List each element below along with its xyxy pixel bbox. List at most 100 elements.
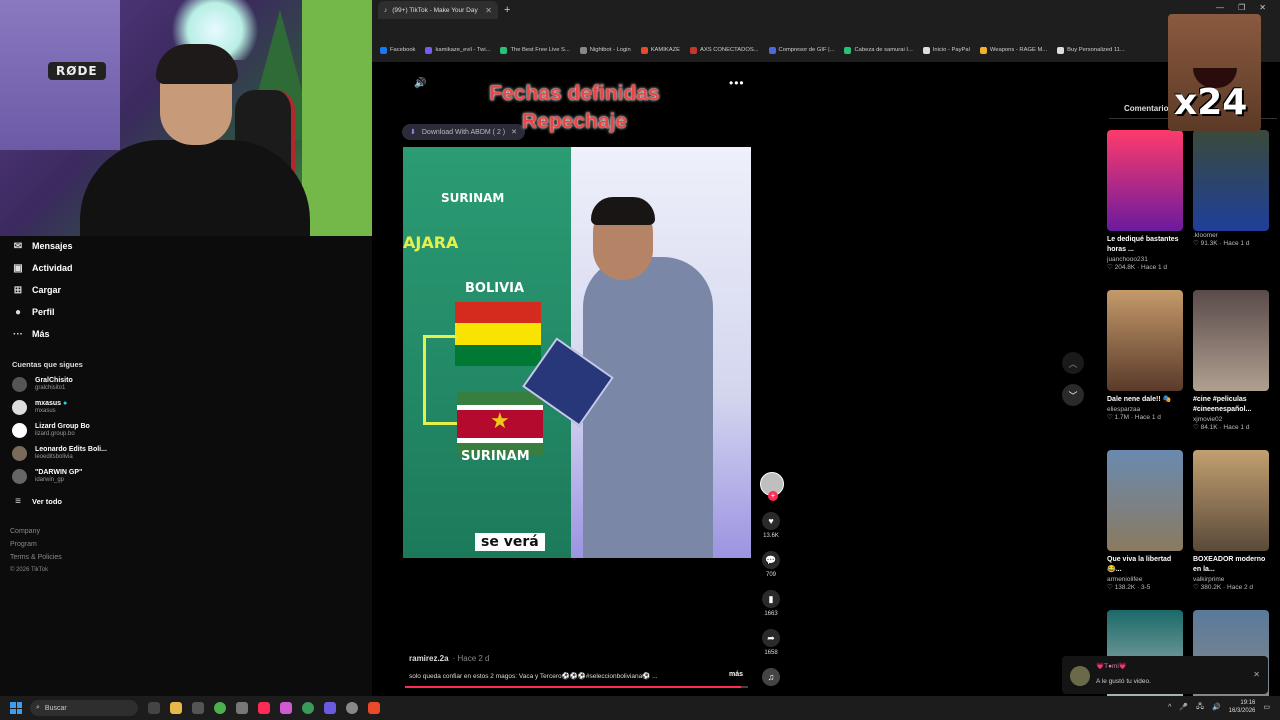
video-card[interactable]: Que viva la libertad 😂... armeniolifee ♡ 1… [1107,450,1183,591]
avatar [12,468,27,484]
activity-icon: ▣ [13,262,23,274]
brave-icon[interactable] [368,702,380,714]
bookmark-label: Weapons - RAGE M... [989,47,1048,53]
nav-cargar[interactable]: ⊞ Cargar [12,284,61,296]
footer-terms[interactable]: Terms & Policies [10,554,62,561]
like-count: 13.6K [763,533,779,539]
close-tab-icon[interactable]: ✕ [485,6,492,15]
save-count: 1663 [764,611,778,617]
video-thumbnail [1107,290,1183,391]
see-all-link[interactable]: ≡ Ver todo [12,495,62,507]
network-icon[interactable]: 🖧 [1196,702,1204,713]
following-item[interactable]: Leonardo Edits Boli... leoeditsbolivia [12,445,107,461]
following-item[interactable]: Lizard Group Bo lizard.group.bo [12,422,90,438]
bookmark-item[interactable]: AXS CONECTADOS... [690,46,759,54]
comment-count: 709 [765,572,776,578]
bookmark-item[interactable]: Compresor de GIF |... [768,46,834,54]
share-button[interactable]: ➦ 1658 [760,629,782,656]
card-user[interactable]: juanchooo231 [1107,256,1183,263]
bookmark-item[interactable]: Buy Personalized 11... [1057,46,1125,54]
sound-button[interactable]: ♫ [760,668,782,686]
tab-comments[interactable]: Comentarios [1124,104,1173,113]
volume-icon[interactable]: 🔊 [1212,703,1221,711]
save-button[interactable]: ▮ 1663 [760,590,782,617]
discord-icon[interactable] [324,702,336,714]
more-link[interactable]: más [729,671,743,678]
taskbar-search[interactable]: ⌕ Buscar [30,700,138,716]
bookmark-item[interactable]: Inicio - PayPal [922,46,970,54]
see-all-label: Ver todo [32,496,63,506]
share-count: 1658 [764,650,778,656]
following-item[interactable]: "DARWIN GP" idarwin_gp [12,468,82,484]
video-card[interactable]: #cine #peliculas #cineenespañol... xjmovi… [1193,290,1269,431]
app-icon[interactable] [280,702,292,714]
heart-icon: ♡ [1193,584,1201,591]
chevron-up-icon[interactable]: ︿ [1062,352,1084,374]
tiktok-icon: ♪ [384,6,388,14]
video-card[interactable]: BOXEADOR moderno en la... valkirprime ♡ 38… [1193,450,1269,591]
card-user[interactable]: valkirprime [1193,576,1269,583]
task-view-icon[interactable] [148,702,160,714]
like-notification[interactable]: 💗T●mi💗 A le gustó tu video. ✕ [1062,656,1268,694]
store-icon[interactable] [192,702,204,714]
nav-actividad[interactable]: ▣ Actividad [12,262,72,274]
maximize-icon[interactable]: ❐ [1238,3,1245,12]
video-card[interactable]: .kloomer ♡ 91.3K · Hace 1 d [1193,130,1269,247]
microphone-icon[interactable]: 🎤 [1179,703,1188,711]
comment-button[interactable]: 💬 709 [760,551,782,578]
notification-text: A le gustó tu video. [1096,678,1151,685]
close-icon[interactable]: ✕ [1253,670,1260,679]
app-icon[interactable] [236,702,248,714]
card-meta: ♡ 138.2K · 3-5 [1107,583,1183,591]
file-explorer-icon[interactable] [170,702,182,714]
nav-perfil[interactable]: ● Perfil [12,306,55,318]
card-user[interactable]: xjmovie02 [1193,416,1269,423]
author-avatar-button[interactable] [760,472,784,501]
app-icon[interactable] [302,702,314,714]
video-author[interactable]: ramirez.2a · Hace 2 d [409,654,490,663]
title-line-2: Repechaje [521,110,628,133]
video-card[interactable]: Dale nene dale!! 🎭 eliesparzaa ♡ 1.7M · Ha… [1107,290,1183,421]
right-panel: Comentarios Po rte Le dediqué bastantes … [1107,92,1280,711]
bookmark-item[interactable]: KAMIKAZE [640,46,680,54]
bookmark-item[interactable]: Cabeza de samurai I... [844,46,913,54]
window-controls: — ❐ ✕ [1216,3,1266,12]
video-player[interactable]: SURINAM AJARA BOLIVIA ★ SURINAM se verá [403,147,751,558]
bookmark-label: AXS CONECTADOS... [700,47,759,53]
bookmark-item[interactable]: The Best Free Live S... [500,46,570,54]
volume-icon[interactable]: 🔊 [414,78,426,89]
tiktok-icon[interactable] [258,702,270,714]
obs-icon[interactable] [346,702,358,714]
video-progress-bar[interactable] [405,686,748,688]
minimize-icon[interactable]: — [1216,3,1224,12]
chevron-up-icon[interactable]: ^ [1168,704,1171,711]
chrome-icon[interactable] [214,702,226,714]
notification-icon[interactable]: ▭ [1263,703,1270,711]
bookmarks-bar: Facebook kamikaze_evil - Twi... The Best F… [372,42,1125,58]
card-time: Hace 1 d [1223,240,1250,247]
nav-mensajes[interactable]: ✉ Mensajes [12,240,73,252]
video-card[interactable]: Le dediqué bastantes horas ... juanchooo2… [1107,130,1183,271]
bookmark-item[interactable]: Weapons - RAGE M... [979,46,1048,54]
close-window-icon[interactable]: ✕ [1259,3,1266,12]
bookmark-item[interactable]: kamikaze_evil - Twi... [425,46,490,54]
nav-mas[interactable]: ··· Más [12,328,50,340]
card-likes: 204.8K [1114,264,1136,271]
card-user[interactable]: .kloomer [1193,232,1269,239]
card-title: Que viva la libertad 😂... [1107,556,1172,573]
footer-company[interactable]: Company [10,528,40,535]
new-tab-button[interactable]: + [504,4,510,16]
card-user[interactable]: armeniolifee [1107,576,1183,583]
following-item[interactable]: GralChisito gralchisito1 [12,376,73,392]
more-options-icon[interactable]: ••• [729,76,745,90]
bookmark-item[interactable]: Facebook [380,46,415,54]
browser-tab[interactable]: ♪ (99+) TikTok - Make Your Day ✕ [378,1,498,19]
chevron-down-icon[interactable]: ﹀ [1062,384,1084,406]
footer-program[interactable]: Program [10,541,37,548]
card-user[interactable]: eliesparzaa [1107,406,1183,413]
clock[interactable]: 19:16 16/3/2026 [1229,699,1256,715]
following-item[interactable]: mxasus ● mxasus [12,399,67,415]
bookmark-item[interactable]: Nightbot - Login [579,46,631,54]
windows-start-icon[interactable] [10,702,22,714]
like-button[interactable]: ♥ 13.6K [760,512,782,539]
